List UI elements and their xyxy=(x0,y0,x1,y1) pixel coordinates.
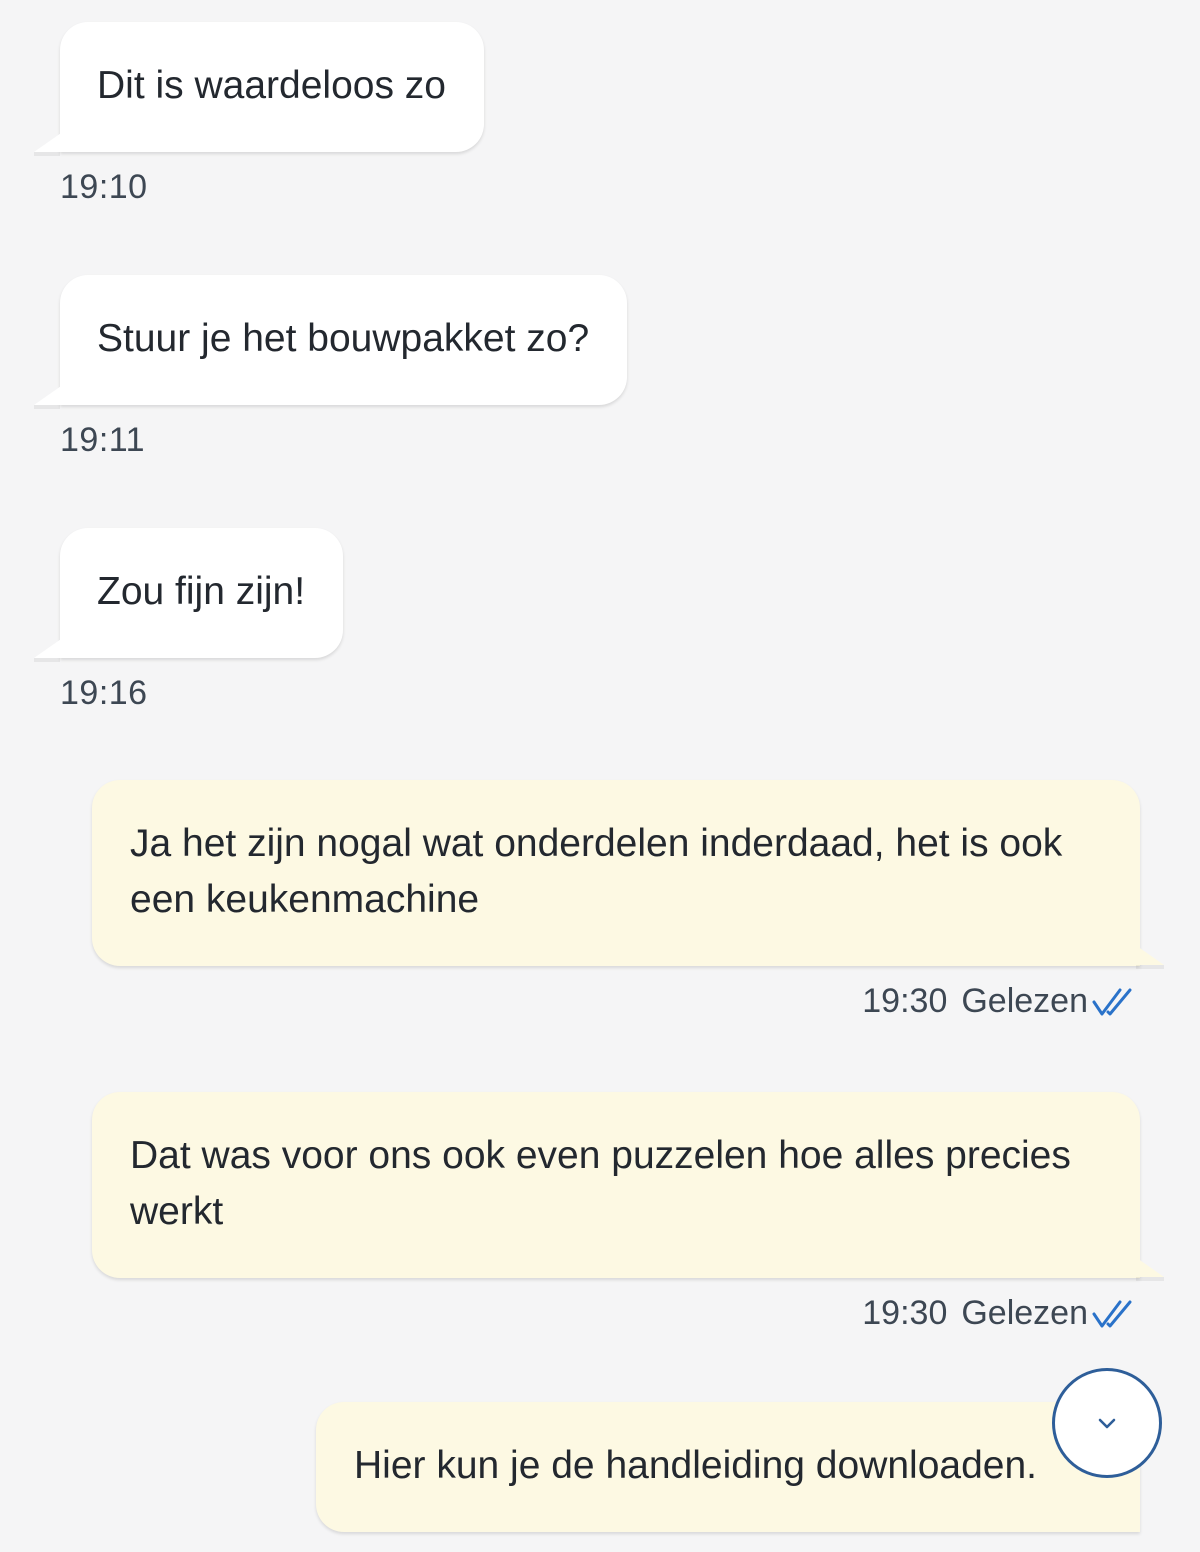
incoming-message-bubble[interactable]: Stuur je het bouwpakket zo? xyxy=(60,275,628,405)
read-status: Gelezen xyxy=(961,982,1134,1021)
incoming-message-bubble[interactable]: Dit is waardeloos zo xyxy=(60,22,484,152)
message-time: 19:11 xyxy=(60,421,146,459)
bubble-tail-shadow xyxy=(34,405,60,409)
bubble-tail xyxy=(34,630,74,658)
read-status-label: Gelezen xyxy=(961,982,1088,1020)
chevron-down-icon xyxy=(1098,1418,1116,1429)
bubble-tail xyxy=(34,377,74,405)
message-time: 19:10 xyxy=(60,168,148,206)
bubble-tail-shadow xyxy=(34,658,60,662)
message-time: 19:16 xyxy=(60,674,148,712)
read-status-label: Gelezen xyxy=(961,1294,1088,1332)
message-text: Dit is waardeloos zo xyxy=(97,64,446,107)
message-meta: 19:30 Gelezen xyxy=(862,982,1134,1021)
double-check-icon xyxy=(1092,1300,1132,1327)
bubble-tail-shadow xyxy=(1136,965,1164,969)
message-text: Hier kun je de handleiding downloaden. xyxy=(354,1444,1037,1487)
message-text: Zou fijn zijn! xyxy=(97,570,306,613)
message-time: 19:30 xyxy=(862,1294,948,1332)
outgoing-message-bubble[interactable]: Hier kun je de handleiding downloaden. xyxy=(316,1402,1140,1532)
chat-thread: Dit is waardeloos zo 19:10 Stuur je het … xyxy=(0,0,1200,1552)
outgoing-message-bubble[interactable]: Ja het zijn nogal wat onderdelen inderda… xyxy=(92,780,1140,966)
bubble-tail-shadow xyxy=(1136,1277,1164,1281)
scroll-to-bottom-button[interactable] xyxy=(1052,1368,1162,1478)
message-time: 19:30 xyxy=(862,982,948,1020)
message-text: Ja het zijn nogal wat onderdelen inderda… xyxy=(130,822,1063,921)
message-meta: 19:30 Gelezen xyxy=(862,1294,1134,1333)
incoming-message-bubble[interactable]: Zou fijn zijn! xyxy=(60,528,344,658)
bubble-tail-shadow xyxy=(34,152,60,156)
bubble-tail xyxy=(1124,937,1164,965)
double-check-icon xyxy=(1092,988,1132,1015)
outgoing-message-bubble[interactable]: Dat was voor ons ook even puzzelen hoe a… xyxy=(92,1092,1140,1278)
read-status: Gelezen xyxy=(961,1294,1134,1333)
message-text: Stuur je het bouwpakket zo? xyxy=(97,317,590,360)
message-text: Dat was voor ons ook even puzzelen hoe a… xyxy=(130,1134,1071,1233)
